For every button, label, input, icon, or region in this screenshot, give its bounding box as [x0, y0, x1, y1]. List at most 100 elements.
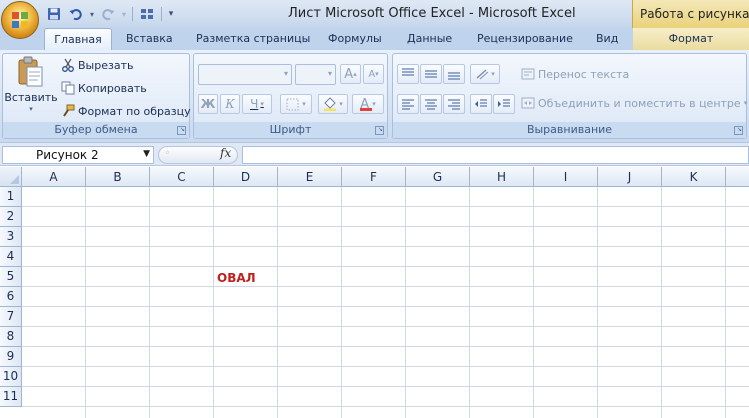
column-header-e[interactable]: E [278, 167, 342, 187]
font-name-combobox[interactable]: ▾ [198, 64, 292, 85]
align-bottom-button[interactable] [443, 64, 465, 84]
increase-indent-button[interactable] [493, 94, 515, 114]
grid-vline [661, 187, 662, 418]
redo-icon[interactable] [98, 5, 118, 23]
column-header-c[interactable]: C [150, 167, 214, 187]
formula-bar: Рисунок 2 ▼ ◦ fx [0, 142, 749, 166]
column-header-i[interactable]: I [534, 167, 598, 187]
row-header-5[interactable]: 5 [0, 267, 22, 287]
row-header-11[interactable]: 11 [0, 387, 22, 407]
grid-vline [725, 187, 726, 418]
column-header-j[interactable]: J [598, 167, 662, 187]
tab-view[interactable]: Вид [596, 28, 618, 50]
grid-view-icon[interactable] [137, 5, 157, 23]
row-header-9[interactable]: 9 [0, 347, 22, 367]
grid-hline [22, 326, 749, 327]
italic-button[interactable]: К [220, 94, 240, 114]
grid-hline [22, 206, 749, 207]
worksheet-grid[interactable]: ABCDEFGHIJK 1 2 3 4 5 6 7 8 9 10 11 ОВАЛ [0, 167, 749, 418]
align-top-button[interactable] [397, 64, 419, 84]
italic-icon: К [225, 97, 235, 111]
save-icon[interactable] [44, 5, 64, 23]
align-left-button[interactable] [397, 94, 419, 114]
grid-hline [22, 406, 749, 407]
copy-button[interactable]: Копировать [61, 81, 147, 95]
align-center-button[interactable] [420, 94, 442, 114]
row-header-6[interactable]: 6 [0, 287, 22, 307]
tab-page-layout[interactable]: Разметка страницы [196, 28, 310, 50]
undo-dropdown-icon[interactable]: ▾ [88, 5, 96, 23]
column-header-k[interactable]: K [662, 167, 726, 187]
fill-color-button[interactable]: ▾ [318, 94, 348, 114]
clipboard-dialog-launcher-icon[interactable]: ↘ [177, 126, 186, 135]
row-header-1[interactable]: 1 [0, 187, 22, 207]
grid-vline [533, 187, 534, 418]
picture-tools-context-title: Работа с рисунками [632, 0, 749, 28]
select-all-triangle-icon [10, 175, 19, 184]
grid-vline [405, 187, 406, 418]
column-header-a[interactable]: A [22, 167, 86, 187]
grow-font-button[interactable]: A ▴ [340, 64, 361, 84]
column-header-g[interactable]: G [406, 167, 470, 187]
borders-button[interactable]: ▾ [280, 94, 312, 114]
font-dialog-launcher-icon[interactable]: ↘ [375, 126, 384, 135]
tab-data[interactable]: Данные [407, 28, 452, 50]
row-header-3[interactable]: 3 [0, 227, 22, 247]
font-color-button[interactable]: A ▾ [352, 94, 384, 114]
grid-hline [22, 306, 749, 307]
shrink-font-button[interactable]: A ▾ [363, 64, 384, 84]
grid-hline [22, 246, 749, 247]
align-middle-button[interactable] [420, 64, 442, 84]
align-right-button[interactable] [443, 94, 465, 114]
select-all-corner[interactable] [0, 167, 22, 187]
merge-center-button[interactable]: Объединить и поместить в центре ▾ [521, 96, 747, 110]
align-right-icon [448, 99, 460, 110]
undo-icon[interactable] [66, 5, 86, 23]
bold-button[interactable]: Ж [198, 94, 218, 114]
tab-format[interactable]: Формат [633, 28, 749, 50]
column-header-f[interactable]: F [342, 167, 406, 187]
redo-dropdown-icon[interactable]: ▾ [120, 5, 128, 23]
copy-icon [61, 81, 75, 95]
tab-home[interactable]: Главная [44, 28, 112, 50]
text-orientation-icon [476, 69, 489, 80]
grid-hline [22, 366, 749, 367]
name-box[interactable]: Рисунок 2 ▼ [2, 146, 154, 164]
row-header-8[interactable]: 8 [0, 327, 22, 347]
formula-input[interactable] [242, 146, 749, 164]
format-painter-button[interactable]: Формат по образцу [61, 104, 191, 118]
column-header-h[interactable]: H [470, 167, 534, 187]
grid-vline [85, 187, 86, 418]
row-header-4[interactable]: 4 [0, 247, 22, 267]
shrink-font-icon: A [368, 68, 376, 80]
font-size-combobox[interactable]: ▾ [295, 64, 336, 85]
oval-shape-text[interactable]: ОВАЛ [217, 271, 256, 285]
row-header-10[interactable]: 10 [0, 367, 22, 387]
grid-vline [597, 187, 598, 418]
office-button[interactable] [1, 1, 39, 39]
orientation-button[interactable]: ▾ [470, 64, 500, 84]
alignment-dialog-launcher-icon[interactable]: ↘ [734, 126, 743, 135]
column-header-b[interactable]: B [86, 167, 150, 187]
font-color-swatch [360, 108, 372, 111]
row-header-2[interactable]: 2 [0, 207, 22, 227]
align-top-icon [402, 68, 414, 76]
tab-insert[interactable]: Вставка [126, 28, 173, 50]
column-header-d[interactable]: D [214, 167, 278, 187]
wrap-text-icon [521, 68, 535, 80]
tab-formulas[interactable]: Формулы [328, 28, 382, 50]
insert-function-icon[interactable]: fx [220, 146, 231, 160]
wrap-text-button[interactable]: Перенос текста [521, 67, 629, 81]
cut-button[interactable]: Вырезать [61, 58, 133, 72]
tab-review[interactable]: Рецензирование [477, 28, 573, 50]
underline-button[interactable]: Ч ▾ [242, 94, 272, 114]
column-header-filler[interactable] [726, 167, 749, 187]
paste-button[interactable]: Вставить ▾ [4, 56, 58, 122]
row-header-7[interactable]: 7 [0, 307, 22, 327]
bold-icon: Ж [200, 97, 216, 111]
name-box-dropdown-icon[interactable]: ▼ [143, 149, 150, 159]
decrease-indent-button[interactable] [470, 94, 492, 114]
paste-dropdown-icon: ▾ [29, 105, 33, 113]
customize-qat-icon[interactable]: ▾ [166, 5, 176, 23]
grid-hline [22, 386, 749, 387]
